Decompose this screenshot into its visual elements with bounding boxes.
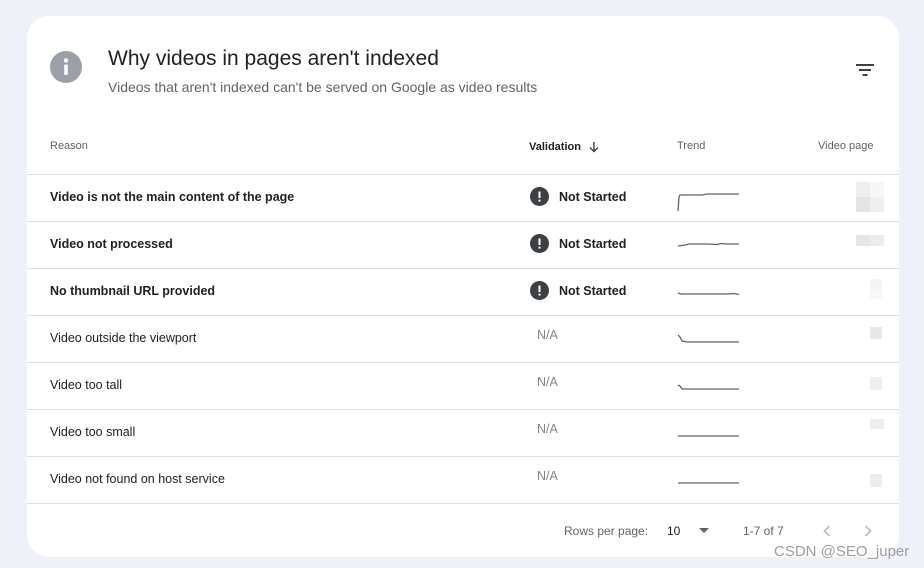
row-reason: Video too small: [50, 425, 136, 439]
arrow-down-icon: [589, 142, 599, 153]
trend-sparkline: [677, 277, 741, 312]
table-row[interactable]: Video not found on host service N/A: [27, 457, 899, 504]
table-row[interactable]: Video not processed Not Started: [27, 222, 899, 269]
table-header: Reason Validation Trend Video page: [27, 126, 899, 175]
row-validation: N/A: [530, 469, 558, 483]
caret-down-icon: [699, 528, 710, 533]
trend-sparkline: [677, 230, 741, 265]
alert-icon: [530, 187, 549, 206]
row-validation: N/A: [530, 422, 558, 436]
video-page-thumbnail[interactable]: [870, 464, 882, 499]
video-page-thumbnail[interactable]: [870, 276, 882, 311]
trend-sparkline: [677, 183, 741, 218]
row-reason: Video not processed: [50, 237, 173, 251]
rows-per-page-label: Rows per page:: [564, 524, 649, 538]
column-header-video-page: Video page: [818, 140, 874, 152]
row-reason: Video is not the main content of the pag…: [50, 190, 295, 204]
trend-sparkline: [677, 418, 741, 453]
row-validation: Not Started: [530, 234, 626, 253]
pagination-range: 1-7 of 7: [743, 524, 784, 538]
watermark: CSDN @SEO_juper: [774, 543, 910, 560]
validation-status: Not Started: [559, 189, 627, 204]
chevron-left-icon: [823, 525, 831, 537]
validation-status: N/A: [537, 422, 558, 436]
filter-button[interactable]: [849, 54, 881, 86]
video-page-thumbnail[interactable]: [856, 182, 884, 217]
row-validation: Not Started: [530, 187, 626, 206]
column-header-trend: Trend: [677, 140, 706, 152]
validation-status: N/A: [537, 328, 558, 342]
trend-sparkline: [677, 324, 741, 359]
validation-status: Not Started: [559, 283, 627, 298]
video-page-thumbnail[interactable]: [856, 229, 884, 264]
table-row[interactable]: Video is not the main content of the pag…: [27, 175, 899, 222]
validation-status: N/A: [537, 375, 558, 389]
alert-icon: [530, 281, 549, 300]
column-header-validation[interactable]: Validation: [529, 140, 601, 154]
index-report-card: Why videos in pages aren't indexed Video…: [27, 16, 899, 557]
validation-status: Not Started: [559, 236, 627, 251]
table-row[interactable]: No thumbnail URL provided Not Started: [27, 269, 899, 316]
chevron-right-icon: [864, 525, 872, 537]
page-title: Why videos in pages aren't indexed: [108, 47, 439, 70]
row-validation: N/A: [530, 328, 558, 342]
table-row[interactable]: Video too tall N/A: [27, 363, 899, 410]
column-header-reason: Reason: [50, 140, 88, 152]
validation-status: N/A: [537, 469, 558, 483]
table-pagination: Rows per page: 10 1-7 of 7: [27, 516, 899, 546]
rows-per-page-select[interactable]: 10: [667, 524, 710, 538]
table-row[interactable]: Video outside the viewport N/A: [27, 316, 899, 363]
next-page-button[interactable]: [857, 520, 879, 542]
row-validation: Not Started: [530, 281, 626, 300]
row-validation: N/A: [530, 375, 558, 389]
filter-icon: [856, 64, 874, 76]
rows-per-page-value: 10: [667, 524, 681, 538]
row-reason: Video too tall: [50, 378, 123, 392]
trend-sparkline: [677, 465, 741, 500]
row-reason: Video outside the viewport: [50, 331, 197, 345]
info-icon: [50, 51, 82, 83]
row-reason: Video not found on host service: [50, 472, 225, 486]
column-header-validation-label: Validation: [529, 141, 581, 153]
video-page-thumbnail[interactable]: [870, 417, 884, 452]
alert-icon: [530, 234, 549, 253]
row-reason: No thumbnail URL provided: [50, 284, 216, 298]
video-page-thumbnail[interactable]: [870, 370, 882, 405]
page-subtitle: Videos that aren't indexed can't be serv…: [108, 79, 538, 95]
previous-page-button[interactable]: [816, 520, 838, 542]
video-page-thumbnail[interactable]: [870, 323, 882, 358]
table-row[interactable]: Video too small N/A: [27, 410, 899, 457]
trend-sparkline: [677, 371, 741, 406]
table-body: Video is not the main content of the pag…: [27, 175, 899, 504]
